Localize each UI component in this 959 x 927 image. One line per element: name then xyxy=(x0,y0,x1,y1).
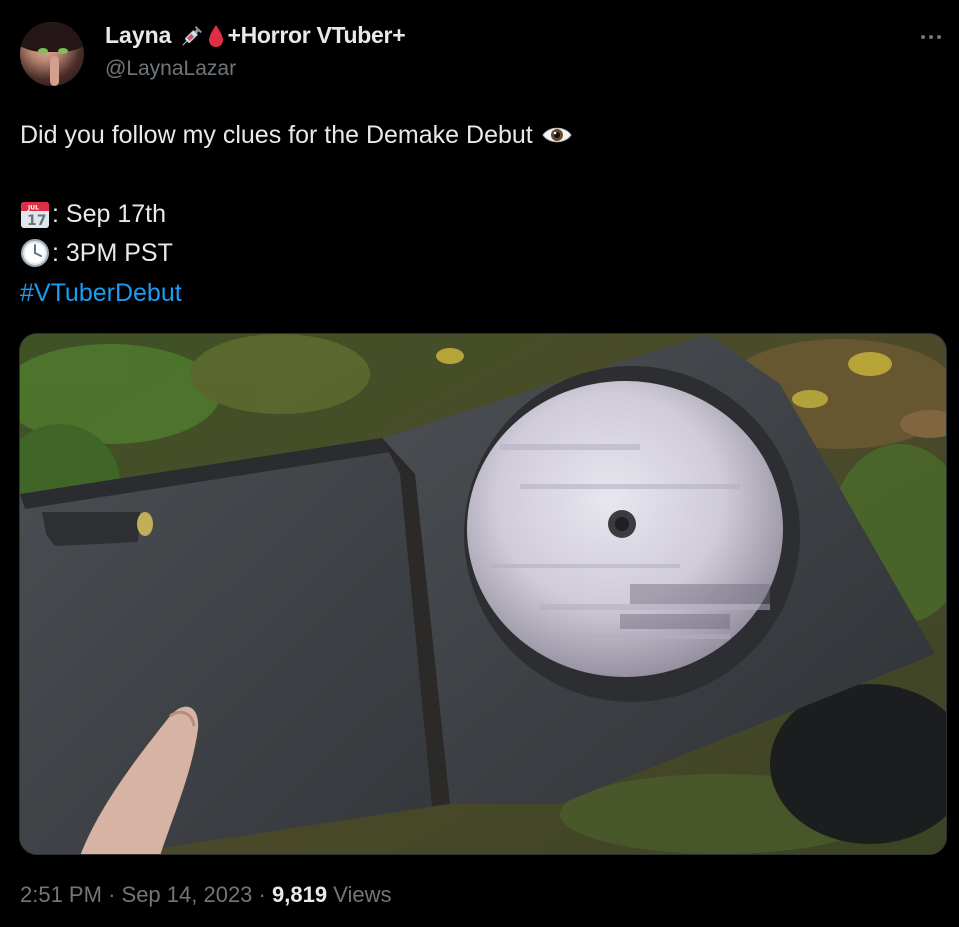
tweet-text: Did you follow my clues for the Demake D… xyxy=(20,121,533,149)
meta-separator: · xyxy=(258,882,266,907)
calendar-icon: JUL 17 xyxy=(21,202,49,229)
tweet-meta: 2:51 PM · Sep 14, 2023 · 9,819 Views xyxy=(20,882,391,908)
syringe-icon xyxy=(182,25,203,46)
tweet: Layna +Horror VTuber+ @LaynaLazar Did yo… xyxy=(0,0,959,927)
tweet-date-line: JUL 17 : Sep 17th xyxy=(20,199,166,229)
svg-text:17: 17 xyxy=(27,213,46,229)
tweet-time-text: : 3PM PST xyxy=(52,239,173,267)
author-name-suffix: +Horror VTuber+ xyxy=(227,22,406,48)
tweet-date[interactable]: Sep 14, 2023 xyxy=(122,882,253,907)
tweet-text-line1: Did you follow my clues for the Demake D… xyxy=(20,120,572,150)
author-handle[interactable]: @LaynaLazar xyxy=(105,57,236,81)
hashtag-link[interactable]: #VTuberDebut xyxy=(20,278,182,308)
avatar[interactable] xyxy=(20,22,84,86)
views-count[interactable]: 9,819 xyxy=(272,882,327,907)
dvd-case-photo xyxy=(20,334,946,854)
author-name-row[interactable]: Layna +Horror VTuber+ xyxy=(105,22,406,49)
tweet-time[interactable]: 2:51 PM xyxy=(20,882,102,907)
author-display-name[interactable]: Layna xyxy=(105,22,171,49)
views-label[interactable]: Views xyxy=(333,882,391,907)
tweet-time-line: : 3PM PST xyxy=(20,238,173,268)
clock-icon xyxy=(21,239,49,267)
more-options-icon[interactable] xyxy=(919,27,943,47)
tweet-date-text: : Sep 17th xyxy=(52,200,166,228)
tweet-media-image[interactable] xyxy=(19,333,947,855)
svg-text:JUL: JUL xyxy=(27,205,39,212)
eye-icon xyxy=(542,127,572,143)
meta-separator: · xyxy=(108,882,116,907)
blood-drop-icon xyxy=(209,24,224,47)
